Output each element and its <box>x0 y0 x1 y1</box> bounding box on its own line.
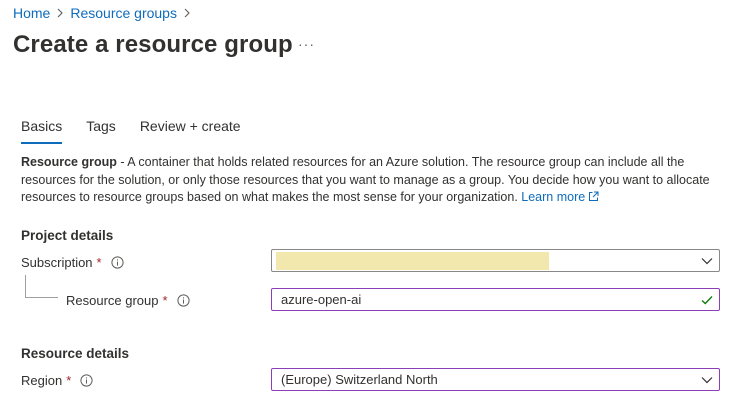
breadcrumb-home-link[interactable]: Home <box>13 5 50 21</box>
resource-group-input[interactable]: azure-open-ai <box>271 288 720 311</box>
description-term: Resource group <box>21 155 117 169</box>
required-marker: * <box>66 372 72 388</box>
tab-basics[interactable]: Basics <box>21 116 63 144</box>
checkmark-icon <box>695 295 719 305</box>
resource-group-label: Resource group * <box>66 291 190 309</box>
learn-more-label: Learn more <box>521 190 586 204</box>
tab-review-create[interactable]: Review + create <box>140 116 241 144</box>
subscription-label-text: Subscription <box>21 254 93 270</box>
external-link-icon <box>588 190 599 208</box>
redacted-subscription-value <box>276 252 549 270</box>
subscription-dropdown[interactable] <box>271 249 720 272</box>
info-icon[interactable] <box>176 293 190 307</box>
page-title: Create a resource group <box>13 31 293 58</box>
region-value: (Europe) Switzerland North <box>281 372 438 387</box>
tree-connector <box>25 275 26 297</box>
breadcrumb-resource-groups-link[interactable]: Resource groups <box>70 5 177 21</box>
subscription-label: Subscription * <box>21 253 124 271</box>
resource-group-value: azure-open-ai <box>281 292 362 307</box>
info-icon[interactable] <box>111 255 124 269</box>
chevron-down-icon <box>695 376 719 384</box>
tab-tags[interactable]: Tags <box>86 116 116 144</box>
chevron-down-icon <box>695 257 719 265</box>
resource-group-label-text: Resource group <box>66 292 159 308</box>
ellipsis-icon[interactable]: ··· <box>298 36 315 52</box>
chevron-right-icon <box>50 8 70 18</box>
chevron-right-icon <box>177 8 197 18</box>
project-details-title: Project details <box>21 228 114 243</box>
resource-details-title: Resource details <box>21 346 130 361</box>
info-icon[interactable] <box>80 373 93 387</box>
required-marker: * <box>96 254 102 270</box>
region-label-text: Region <box>21 372 63 388</box>
required-marker: * <box>162 292 168 308</box>
breadcrumb: Home Resource groups <box>13 4 197 22</box>
region-label: Region * <box>21 371 93 389</box>
tree-connector <box>25 297 58 298</box>
learn-more-link[interactable]: Learn more <box>521 190 599 204</box>
description-text: - A container that holds related resourc… <box>21 155 710 204</box>
description: Resource group - A container that holds … <box>21 154 721 208</box>
tab-bar: Basics Tags Review + create <box>21 116 265 144</box>
region-dropdown[interactable]: (Europe) Switzerland North <box>271 368 720 391</box>
